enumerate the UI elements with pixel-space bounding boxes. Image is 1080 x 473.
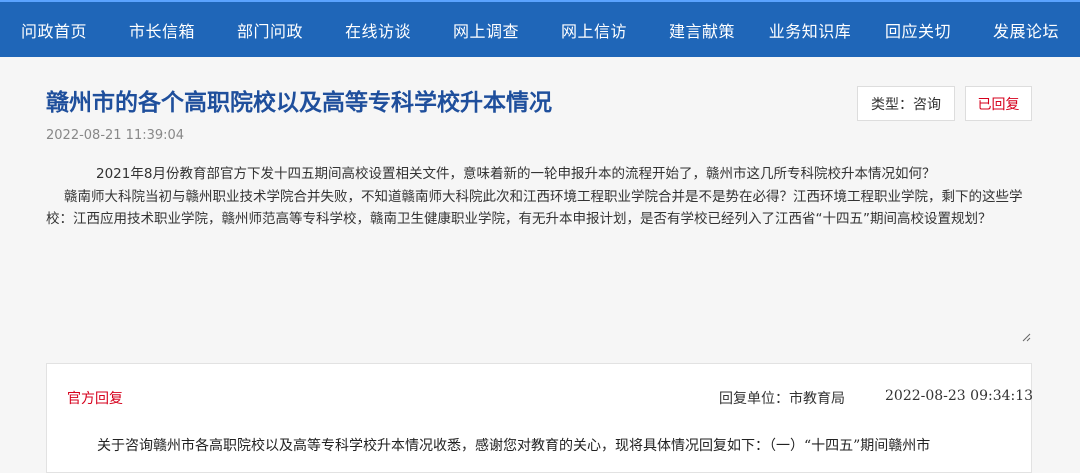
type-badge: 类型：咨询 bbox=[857, 86, 955, 121]
question-paragraph-2: 赣南师大科院当初与赣州职业技术学院合并失败，不知道赣南师大科院此次和江西环境工程… bbox=[46, 188, 1023, 228]
top-nav: 问政首页 市长信箱 部门问政 在线访谈 网上调查 网上信访 建言献策 业务知识库… bbox=[0, 0, 1080, 57]
nav-item-online-survey[interactable]: 网上调查 bbox=[432, 18, 540, 42]
nav-item-home[interactable]: 问政首页 bbox=[0, 18, 108, 42]
reply-unit: 回复单位：市教育局 bbox=[719, 391, 845, 407]
article-content: 赣州市的各个高职院校以及高等专科学校升本情况 2022-08-21 11:39:… bbox=[0, 57, 1080, 473]
question-paragraph-1: 2021年8月份教育部官方下发十四五期间高校设置相关文件，意味着新的一轮申报升本… bbox=[96, 166, 936, 182]
nav-item-mayor-mailbox[interactable]: 市长信箱 bbox=[108, 18, 216, 42]
nav-item-department-inquiry[interactable]: 部门问政 bbox=[216, 18, 324, 42]
reply-body: 关于咨询赣州市各高职院校以及高等专科学校升本情况收悉，感谢您对教育的关心，现将具… bbox=[97, 438, 931, 454]
nav-item-forum[interactable]: 发展论坛 bbox=[972, 18, 1080, 42]
nav-item-knowledge-base[interactable]: 业务知识库 bbox=[756, 18, 864, 42]
reply-date: 2022-08-23 09:34:13 bbox=[885, 388, 1034, 404]
post-date: 2022-08-21 11:39:04 bbox=[46, 128, 185, 143]
reply-label: 官方回复 bbox=[67, 391, 123, 407]
nav-item-suggestions[interactable]: 建言献策 bbox=[648, 18, 756, 42]
question-text: 2021年8月份教育部官方下发十四五期间高校设置相关文件，意味着新的一轮申报升本… bbox=[46, 163, 1036, 231]
nav-item-concerns[interactable]: 回应关切 bbox=[864, 18, 972, 42]
nav-item-online-interview[interactable]: 在线访谈 bbox=[324, 18, 432, 42]
status-badge: 已回复 bbox=[965, 86, 1032, 121]
resize-handle-icon[interactable] bbox=[1019, 330, 1031, 342]
nav-item-online-petition[interactable]: 网上信访 bbox=[540, 18, 648, 42]
page-title: 赣州市的各个高职院校以及高等专科学校升本情况 bbox=[46, 89, 552, 116]
